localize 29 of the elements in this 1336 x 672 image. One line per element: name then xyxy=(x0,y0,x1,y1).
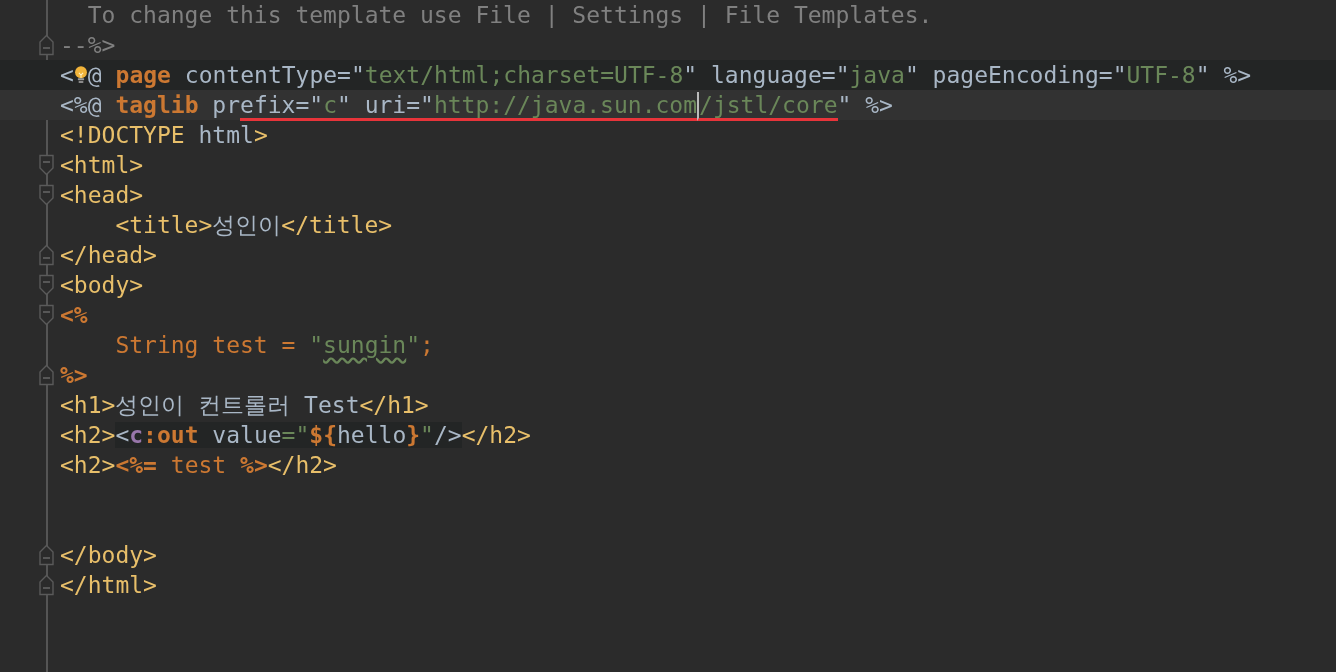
code-line: < xyxy=(60,61,74,90)
lightbulb-icon[interactable] xyxy=(73,64,88,86)
code-line: <h2><%= test %></h2> xyxy=(60,451,337,480)
code-line: <%@ taglib prefix="c" uri="http://java.sun.com/jstl/core" %> xyxy=(60,90,893,120)
code-line: </html> xyxy=(60,571,157,600)
code-line: String test = "sungin"; xyxy=(114,331,434,360)
code-line: <% xyxy=(60,301,88,330)
code-line: <!DOCTYPE html> xyxy=(60,121,268,150)
fold-icon[interactable] xyxy=(38,244,55,266)
fold-icon[interactable] xyxy=(38,574,55,596)
fold-icon[interactable] xyxy=(38,154,55,176)
code-line: <body> xyxy=(60,271,144,300)
code-line: @ page contentType="text/html;charset=UTF-8" language="java" pageEncoding="UTF-8" %> xyxy=(87,61,1252,90)
fold-icon[interactable] xyxy=(38,274,55,296)
code-line: <h2><c:out value="${hello}"/></h2> xyxy=(60,421,531,450)
code-line: </head> xyxy=(60,241,157,270)
code-line: To change this template use File | Settings | File Templates. xyxy=(86,1,933,30)
fold-icon[interactable] xyxy=(38,544,55,566)
code-line: <title>성인이</title> xyxy=(114,211,393,240)
fold-icon[interactable] xyxy=(38,184,55,206)
code-line: %> xyxy=(60,361,88,390)
fold-icon[interactable] xyxy=(38,304,55,326)
fold-icon[interactable] xyxy=(38,34,55,56)
code-line: <html> xyxy=(60,151,144,180)
code-line: --%> xyxy=(60,31,116,60)
code-line: <head> xyxy=(60,181,144,210)
fold-icon[interactable] xyxy=(38,364,55,386)
code-line: </body> xyxy=(60,541,157,570)
code-line: <h1>성인이 컨트롤러 Test</h1> xyxy=(60,391,429,420)
